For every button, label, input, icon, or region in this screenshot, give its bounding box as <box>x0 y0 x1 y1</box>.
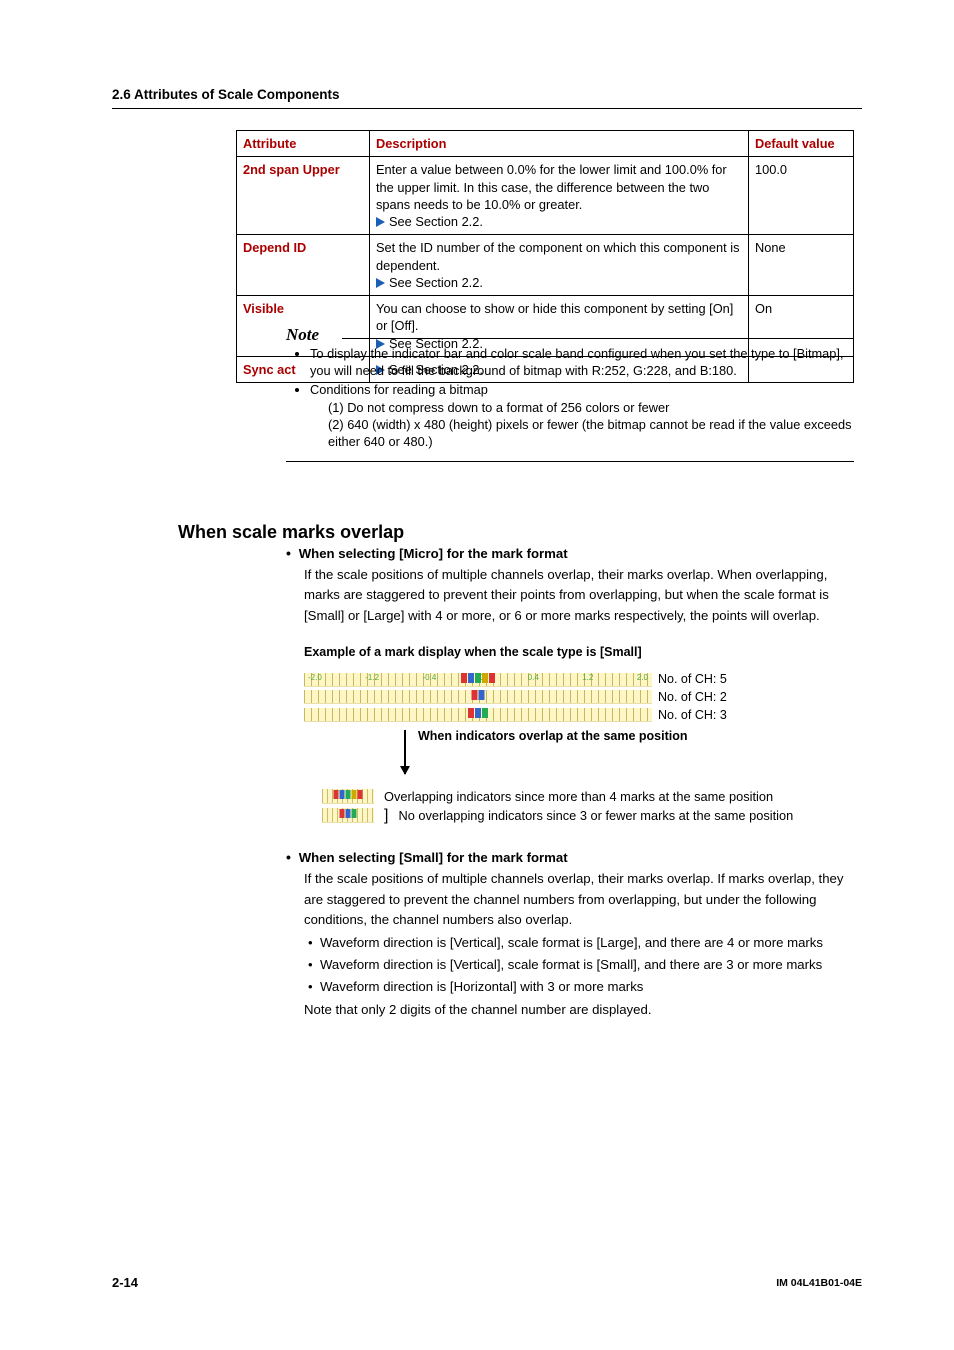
overlap-row: ] No overlapping indicators since 3 or f… <box>322 807 856 824</box>
small-bullet: • Waveform direction is [Vertical], scal… <box>322 955 856 975</box>
overlap-explain: Overlapping indicators since more than 4… <box>322 788 856 825</box>
note-item: Conditions for reading a bitmap (1) Do n… <box>310 381 854 450</box>
example-graphic: -2.0-1.2-0.400.41.22.0 No. of CH: 5 No. … <box>304 671 856 824</box>
scale-row: No. of CH: 3 <box>304 707 856 724</box>
micro-title: • When selecting [Micro] for the mark fo… <box>286 544 856 563</box>
small-bullet: • Waveform direction is [Vertical], scal… <box>322 933 856 953</box>
scale-bar: -2.0-1.2-0.400.41.22.0 <box>304 673 652 687</box>
scale-note: No. of CH: 5 <box>658 671 727 688</box>
doc-id: IM 04L41B01-04E <box>776 1276 862 1290</box>
attr-default: 100.0 <box>749 157 854 235</box>
table-header-row: Attribute Description Default value <box>237 131 854 157</box>
section-header: 2.6 Attributes of Scale Components <box>112 86 340 104</box>
attr-name: Depend ID <box>237 235 370 296</box>
note-item: To display the indicator bar and color s… <box>310 345 854 380</box>
th-description: Description <box>370 131 749 157</box>
scale-row: No. of CH: 2 <box>304 689 856 706</box>
note-item-text: Conditions for reading a bitmap <box>310 382 488 397</box>
small-tail: Note that only 2 digits of the channel n… <box>304 1000 856 1020</box>
table-row: 2nd span Upper Enter a value between 0.0… <box>237 157 854 235</box>
scale-note: No. of CH: 2 <box>658 689 727 706</box>
note-top-rule <box>342 338 854 339</box>
attr-default: None <box>749 235 854 296</box>
th-attribute: Attribute <box>237 131 370 157</box>
note-subitem: (2) 640 (width) x 480 (height) pixels or… <box>328 416 854 451</box>
see-ref: See Section 2.2. <box>389 275 483 290</box>
overlap-row: Overlapping indicators since more than 4… <box>322 788 856 805</box>
micro-body: If the scale positions of multiple chann… <box>304 565 856 626</box>
note-block: Note To display the indicator bar and co… <box>286 324 854 462</box>
note-subitem: (1) Do not compress down to a format of … <box>328 399 854 416</box>
table-row: Depend ID Set the ID number of the compo… <box>237 235 854 296</box>
example-caption: Example of a mark display when the scale… <box>304 644 856 661</box>
see-arrow-icon <box>376 217 385 227</box>
mini-scale <box>322 808 374 823</box>
arrow-label: When indicators overlap at the same posi… <box>418 728 688 745</box>
note-bottom-rule <box>286 461 854 462</box>
bracket-icon: ] <box>384 809 388 823</box>
scale-row: -2.0-1.2-0.400.41.22.0 No. of CH: 5 <box>304 671 856 688</box>
mini-scale <box>322 789 374 804</box>
th-default: Default value <box>749 131 854 157</box>
see-arrow-icon <box>376 278 385 288</box>
small-bullet: • Waveform direction is [Horizontal] wit… <box>322 977 856 997</box>
small-body: If the scale positions of multiple chann… <box>304 869 856 930</box>
attr-desc: Enter a value between 0.0% for the lower… <box>370 157 749 235</box>
overlap-text: Overlapping indicators since more than 4… <box>384 788 773 805</box>
desc-text: Set the ID number of the component on wh… <box>376 240 740 272</box>
scale-note: No. of CH: 3 <box>658 707 727 724</box>
scale-bar <box>304 690 652 704</box>
header-rule <box>112 108 862 109</box>
desc-text: Enter a value between 0.0% for the lower… <box>376 162 727 212</box>
scale-bar <box>304 708 652 722</box>
attr-name: 2nd span Upper <box>237 157 370 235</box>
note-title: Note <box>286 324 854 347</box>
page-number: 2-14 <box>112 1274 138 1292</box>
overlap-text: No overlapping indicators since 3 or few… <box>398 807 793 824</box>
see-ref: See Section 2.2. <box>389 214 483 229</box>
overlap-heading: When scale marks overlap <box>178 520 404 544</box>
attr-desc: Set the ID number of the component on wh… <box>370 235 749 296</box>
arrow-down-icon: When indicators overlap at the same posi… <box>404 730 406 774</box>
small-title: • When selecting [Small] for the mark fo… <box>286 848 856 867</box>
